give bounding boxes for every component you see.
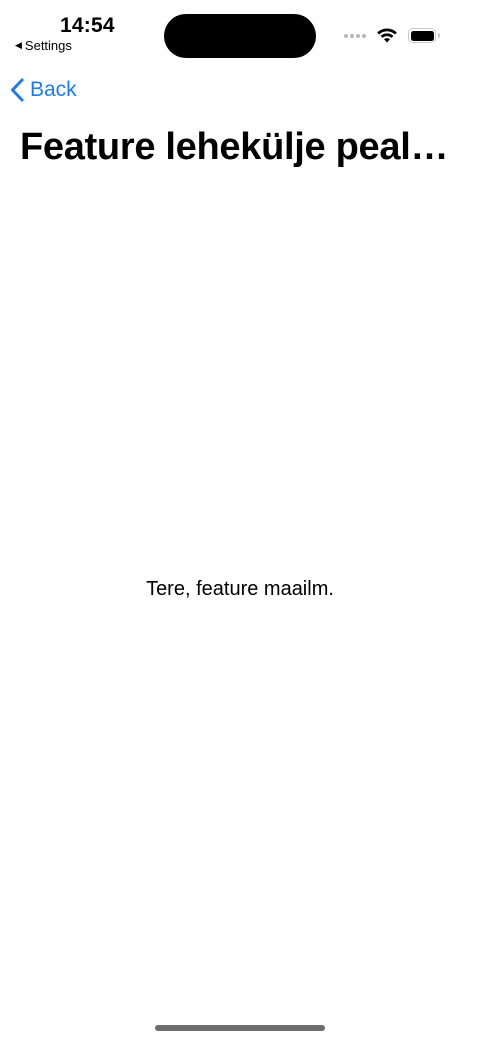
status-bar: 14:54 ◀ Settings [0,0,480,60]
back-to-app-link[interactable]: ◀ Settings [15,38,72,53]
wifi-icon [376,27,398,48]
status-time: 14:54 [60,14,115,37]
chevron-left-icon [10,78,24,102]
back-to-app-label: Settings [24,38,72,53]
page-title: Feature lehekülje peal… [20,126,449,168]
cellular-dots-icon [344,34,366,38]
home-indicator[interactable] [155,1025,325,1031]
back-button-label: Back [30,78,77,101]
battery-icon [408,28,440,43]
body-text: Tere, feature maailm. [146,578,334,600]
dynamic-island [164,14,316,58]
back-button[interactable]: Back [10,78,77,102]
left-triangle-icon: ◀ [15,40,22,50]
battery-fill [410,30,434,41]
